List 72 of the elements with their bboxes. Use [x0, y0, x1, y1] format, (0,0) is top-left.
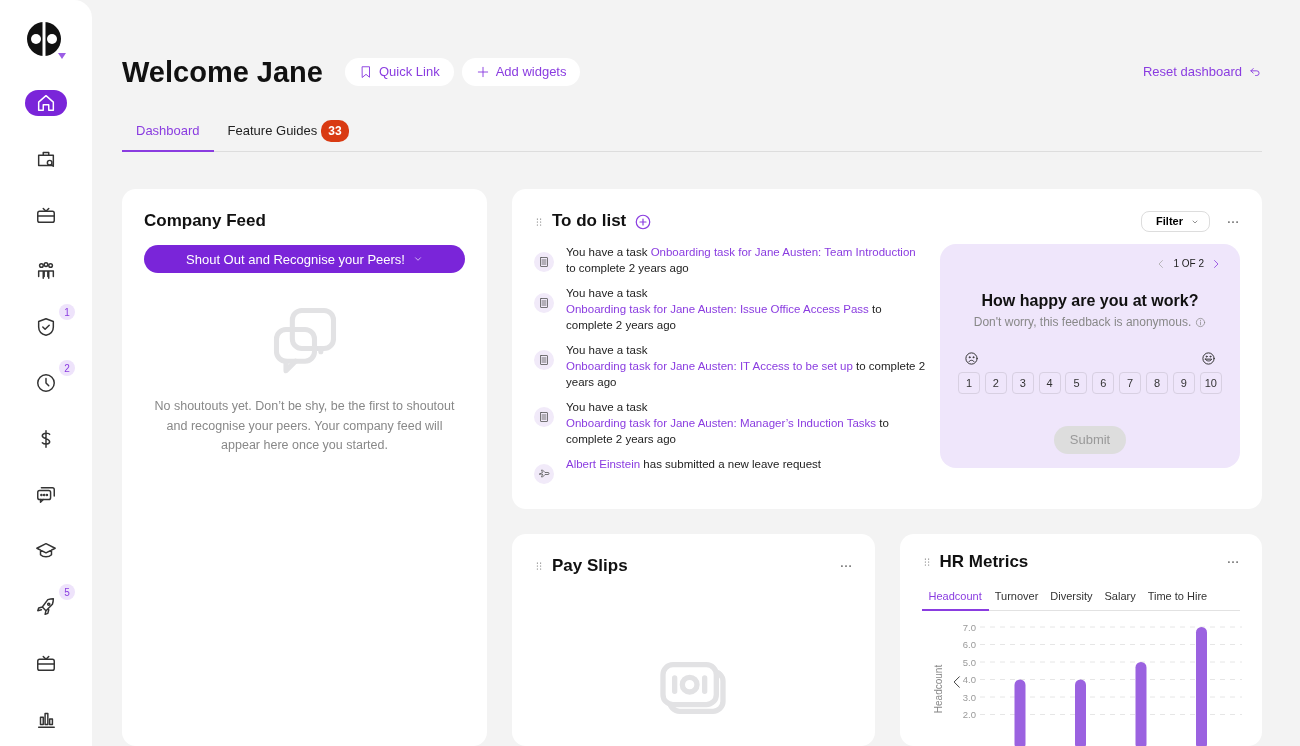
- task-text: Albert Einstein has submitted a new leave request: [566, 457, 822, 472]
- plus-icon: [475, 65, 490, 79]
- rating-option[interactable]: 3: [1011, 372, 1034, 394]
- chart-bar: [1014, 679, 1025, 746]
- count-badge: 2: [59, 360, 75, 376]
- axis-tick-label: 6.0: [962, 638, 976, 650]
- rating-option[interactable]: 4: [1038, 372, 1061, 394]
- page-title: Welcome Jane: [122, 54, 323, 90]
- axis-tick-label: 4.0: [962, 673, 976, 685]
- chat-bubbles-icon: [35, 484, 57, 506]
- rocket-icon: [35, 596, 57, 618]
- submit-button: Submit: [1053, 426, 1127, 454]
- count-badge: 33: [321, 120, 349, 142]
- task-text: You have a task Onboarding task for Jane Austen: Issue Office Access Pass to complete 2 years ago: [566, 286, 883, 333]
- survey-note: Don't worry, this feedback is anonymous.: [973, 314, 1192, 331]
- task-link[interactable]: Onboarding task for Jane Austen: Team Introduction: [650, 246, 916, 258]
- quick-link-button[interactable]: Quick Link: [344, 58, 454, 86]
- card-title: Company Feed: [144, 211, 267, 232]
- document-icon: [538, 411, 550, 423]
- document-icon: [538, 354, 550, 366]
- shoutout-button[interactable]: Shout Out and Recognise your Peers!: [144, 245, 465, 274]
- rating-option[interactable]: 2: [984, 372, 1007, 394]
- home-icon: [35, 92, 57, 114]
- clock-icon: [35, 372, 57, 394]
- undo-icon: [1248, 65, 1262, 79]
- add-widgets-button[interactable]: Add widgets: [461, 58, 581, 86]
- task-link[interactable]: Onboarding task for Jane Austen: Issue Office Access Pass: [566, 303, 869, 315]
- axis-tick-label: 2.0: [962, 708, 976, 720]
- tab[interactable]: Feature Guides 33: [213, 114, 363, 152]
- chart-tab[interactable]: Diversity: [1044, 586, 1099, 611]
- empty-state-text: No shoutouts yet. Don’t be shy, be the first to shoutout and recognise your peers. Your company feed will appear here once you started.: [153, 398, 456, 455]
- chart-bar: [1074, 679, 1086, 746]
- axis-tick-label: 3.0: [962, 691, 976, 703]
- survey-question: How happy are you at work?: [980, 291, 1200, 311]
- document-icon: [538, 297, 550, 309]
- task-text: You have a task Onboarding task for Jane Austen: Team Introduction to complete 2 years ago: [566, 245, 917, 276]
- axis-tick-label: 7.0: [962, 621, 976, 633]
- count-badge: 1: [59, 304, 75, 320]
- people-icon: [35, 260, 57, 282]
- happy-face-icon: [1201, 351, 1216, 366]
- document-icon: [538, 256, 550, 268]
- count-badge: 5: [59, 584, 75, 600]
- add-circle-icon[interactable]: [634, 212, 653, 231]
- rating-option[interactable]: 5: [1065, 372, 1088, 394]
- task-text: You have a task Onboarding task for Jane Austen: IT Access to be set up to complete 2 years ago: [566, 343, 926, 390]
- rating-option[interactable]: 7: [1119, 372, 1142, 394]
- axis-title: Headcount: [932, 664, 944, 714]
- filter-dropdown[interactable]: Filter: [1141, 211, 1210, 232]
- rating-option[interactable]: 8: [1146, 372, 1168, 394]
- chart-tab[interactable]: Time to Hire: [1141, 586, 1214, 611]
- chart-tab[interactable]: Salary: [1098, 586, 1142, 611]
- rating-option[interactable]: 9: [1172, 372, 1195, 394]
- chart-tab[interactable]: Turnover: [988, 586, 1045, 611]
- task-link[interactable]: Onboarding task for Jane Austen: IT Access to be set up: [566, 360, 853, 372]
- reset-dashboard-link[interactable]: Reset dashboard: [1143, 62, 1262, 82]
- person-link[interactable]: Albert Einstein: [566, 458, 641, 470]
- axis-tick-label: 5.0: [962, 656, 976, 668]
- card-title: HR Metrics: [939, 552, 1029, 573]
- shield-check-icon: [35, 316, 57, 338]
- chart-tab[interactable]: Headcount: [921, 586, 989, 611]
- rating-option[interactable]: 1: [958, 372, 980, 394]
- task-link[interactable]: Onboarding task for Jane Austen: Manager’s Induction Tasks: [566, 417, 877, 429]
- task-text: You have a task Onboarding task for Jane Austen: Manager’s Induction Tasks to complete 2 years ago: [566, 400, 890, 447]
- rating-option[interactable]: 10: [1199, 372, 1222, 394]
- tab[interactable]: Dashboard: [122, 114, 214, 152]
- sad-face-icon: [964, 351, 979, 366]
- card-title: To do list: [552, 211, 627, 232]
- sidebar-item[interactable]: [25, 90, 67, 116]
- card-title: Pay Slips: [552, 556, 628, 577]
- pager-text: 1 OF 2: [1173, 257, 1204, 271]
- rating-option[interactable]: 6: [1092, 372, 1115, 394]
- plane-icon: [538, 468, 550, 480]
